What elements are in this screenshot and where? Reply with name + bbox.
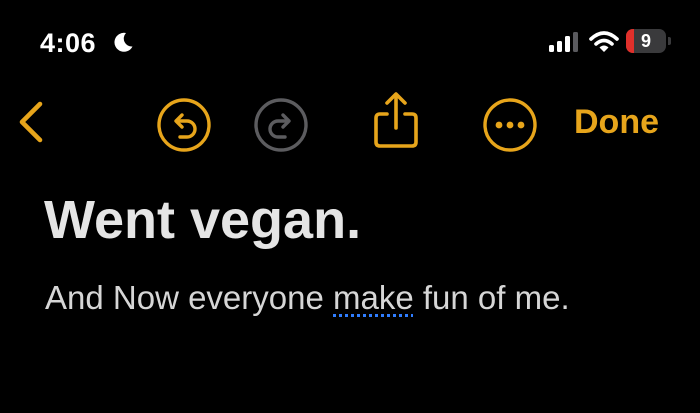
battery-shell: 9 xyxy=(626,29,666,53)
note-title[interactable]: Went vegan. xyxy=(44,188,361,252)
battery-cap xyxy=(668,37,671,45)
wifi-icon xyxy=(589,30,619,54)
cellular-signal-icon xyxy=(549,32,579,52)
battery-indicator: 9 xyxy=(626,29,672,55)
done-button[interactable]: Done xyxy=(574,102,659,142)
back-button[interactable] xyxy=(12,98,52,146)
note-body-text-end: fun of me. xyxy=(413,279,570,316)
more-options-icon xyxy=(483,98,537,152)
moon-icon xyxy=(112,31,134,53)
redo-icon xyxy=(254,98,308,152)
undo-icon xyxy=(157,98,211,152)
note-body[interactable]: And Now everyone make fun of me. xyxy=(45,276,570,320)
note-body-text-start: And Now everyone xyxy=(45,279,333,316)
status-time: 4:06 xyxy=(40,28,97,58)
battery-level: 9 xyxy=(640,31,651,51)
status-bar: 4:06 9 xyxy=(0,0,700,80)
share-icon xyxy=(374,92,418,148)
note-toolbar: Done xyxy=(0,90,700,154)
share-button[interactable] xyxy=(370,90,422,150)
chevron-left-icon xyxy=(19,101,43,143)
misspelled-word[interactable]: make xyxy=(333,279,414,316)
undo-button[interactable] xyxy=(156,97,212,153)
redo-button[interactable] xyxy=(253,97,309,153)
more-options-button[interactable] xyxy=(482,97,538,153)
